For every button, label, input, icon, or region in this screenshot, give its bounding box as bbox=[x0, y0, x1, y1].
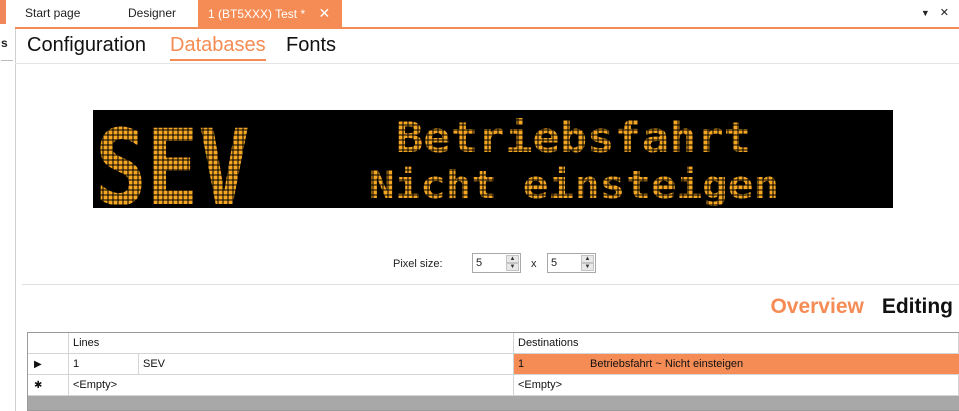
pixel-size-label: Pixel size: bbox=[393, 258, 443, 270]
pixel-width-stepper[interactable]: 5 ▲ ▼ bbox=[472, 253, 521, 273]
pixel-size-separator: x bbox=[531, 258, 537, 270]
stepper-up-icon[interactable]: ▲ bbox=[506, 255, 519, 263]
close-icon[interactable]: ✕ bbox=[319, 5, 331, 21]
led-display-preview: SEV Betriebsfahrt Nicht einsteigen bbox=[93, 110, 893, 208]
tab-databases[interactable]: Databases bbox=[170, 34, 266, 61]
stepper-down-icon[interactable]: ▼ bbox=[581, 263, 594, 271]
tab-label: Designer bbox=[128, 6, 177, 20]
panel-divider bbox=[22, 284, 959, 285]
destination-number-cell[interactable]: 1 bbox=[514, 354, 586, 375]
tab-overview[interactable]: Overview bbox=[770, 295, 863, 319]
pixel-height-stepper[interactable]: 5 ▲ ▼ bbox=[547, 253, 596, 273]
left-panel-accent bbox=[0, 0, 6, 24]
tab-overflow-controls: ▼ ✕ bbox=[921, 0, 949, 27]
document-tab-bar: Start page Designer 1 (BT5XXX) Test * ✕ … bbox=[15, 0, 959, 29]
left-panel-divider bbox=[1, 60, 13, 61]
stepper-down-icon[interactable]: ▼ bbox=[506, 263, 519, 271]
tab-editing[interactable]: Editing bbox=[882, 295, 953, 319]
tab-configuration[interactable]: Configuration bbox=[27, 34, 146, 57]
column-header-destinations[interactable]: Destinations bbox=[514, 333, 959, 354]
tab-label: Start page bbox=[25, 6, 81, 20]
tab-start-page[interactable]: Start page bbox=[15, 0, 118, 27]
row-header-corner bbox=[28, 333, 69, 354]
tab-label: 1 (BT5XXX) Test * bbox=[208, 7, 306, 21]
column-header-lines[interactable]: Lines bbox=[69, 333, 514, 354]
line-number-cell[interactable]: 1 bbox=[69, 354, 139, 375]
stepper-up-icon[interactable]: ▲ bbox=[581, 255, 594, 263]
lines-destinations-grid: Lines Destinations ▶ 1 SEV 1 Betriebsfah… bbox=[27, 332, 959, 411]
pixel-width-value: 5 bbox=[476, 257, 483, 269]
destination-text-cell[interactable]: Betriebsfahrt ~ Nicht einsteigen bbox=[586, 354, 959, 375]
tab-designer[interactable]: Designer bbox=[118, 0, 198, 27]
table-row-new[interactable]: ✱ <Empty> <Empty> bbox=[28, 375, 959, 396]
line-name-cell[interactable]: SEV bbox=[139, 354, 514, 375]
pixel-height-value: 5 bbox=[551, 257, 558, 269]
chevron-down-icon[interactable]: ▼ bbox=[921, 8, 930, 18]
left-panel-letter: s bbox=[1, 36, 8, 50]
grid-header-row: Lines Destinations bbox=[28, 333, 959, 354]
row-indicator-icon[interactable]: ▶ bbox=[28, 354, 69, 375]
view-mode-tabs: Overview Editing bbox=[752, 295, 953, 321]
tab-test-document[interactable]: 1 (BT5XXX) Test * ✕ bbox=[198, 0, 342, 27]
subtab-divider bbox=[15, 63, 959, 64]
close-icon[interactable]: ✕ bbox=[940, 7, 949, 19]
new-row-icon[interactable]: ✱ bbox=[28, 375, 69, 396]
table-row[interactable]: ▶ 1 SEV 1 Betriebsfahrt ~ Nicht einsteig… bbox=[28, 354, 959, 375]
left-panel-strip: s bbox=[0, 0, 16, 411]
led-pixel-grid bbox=[93, 110, 893, 208]
line-empty-cell[interactable]: <Empty> bbox=[69, 375, 514, 396]
destination-empty-cell[interactable]: <Empty> bbox=[514, 375, 959, 396]
tab-fonts[interactable]: Fonts bbox=[286, 34, 336, 57]
